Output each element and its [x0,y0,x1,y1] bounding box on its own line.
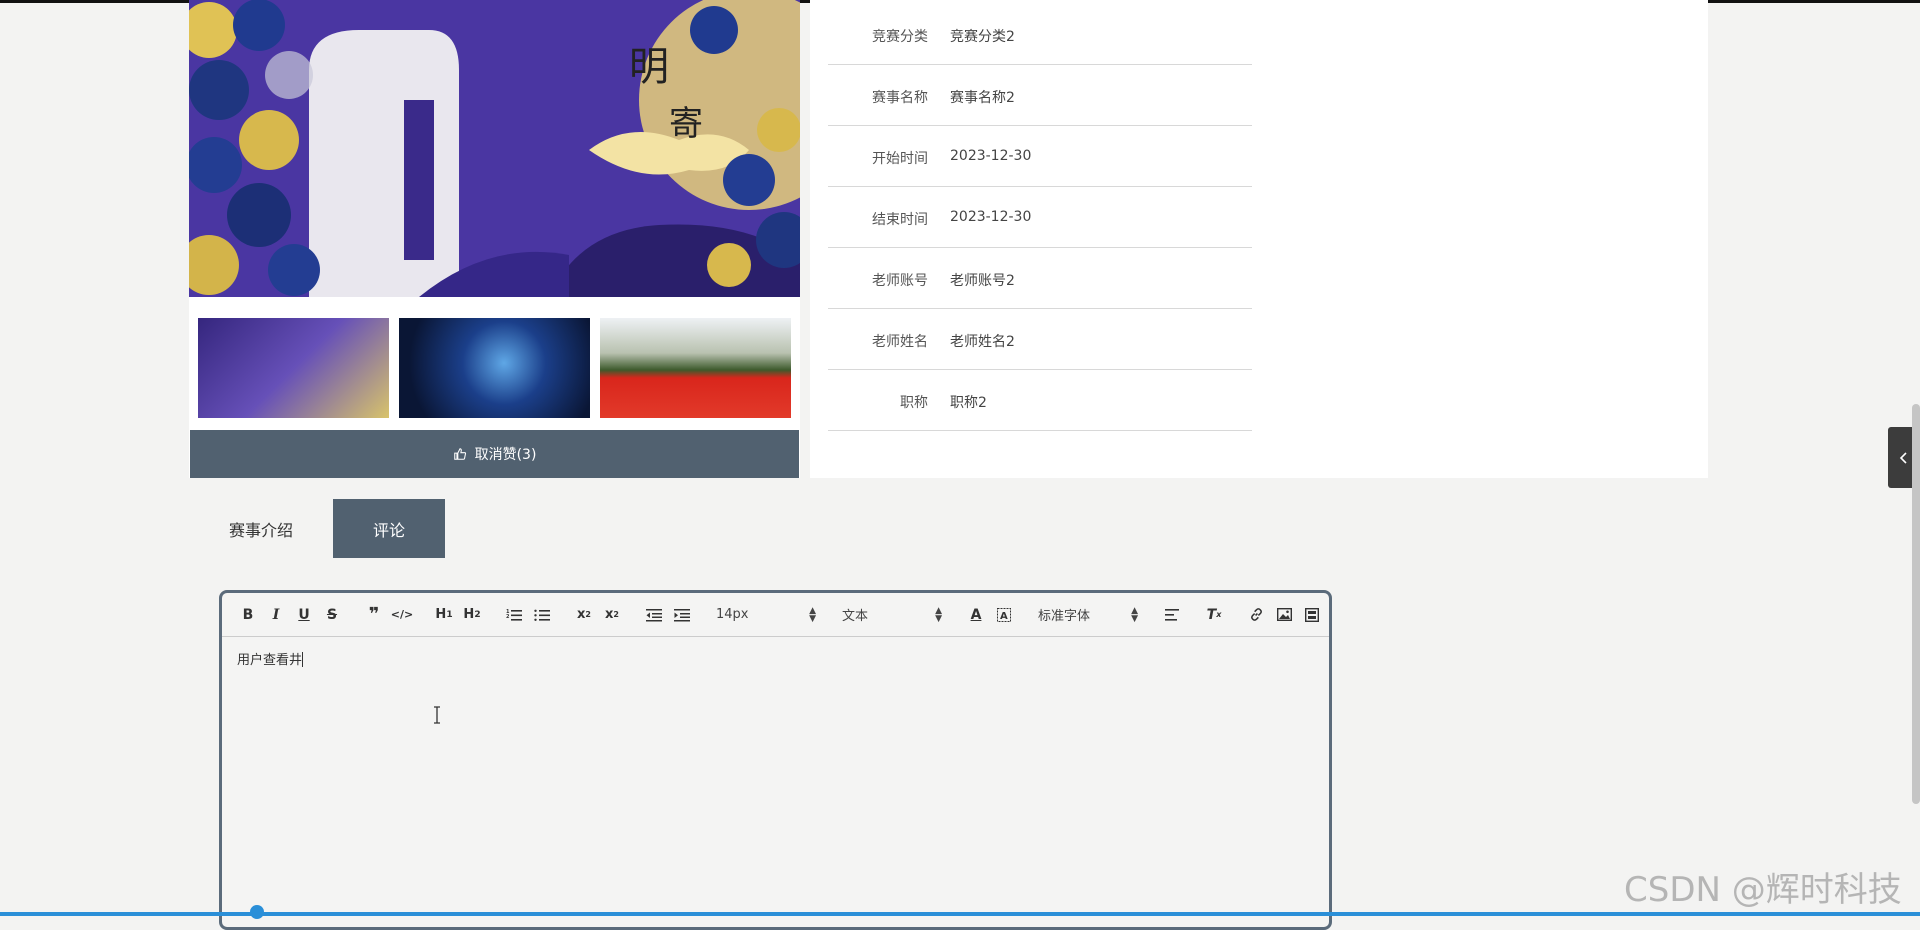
link-icon[interactable] [1242,603,1270,627]
italic-button[interactable]: I [262,603,290,627]
select-caret-icon: ▲ ▼ [1131,605,1138,624]
detail-value: 竞赛分类2 [950,29,1015,45]
select-caret-icon: ▲ ▼ [935,605,942,624]
detail-label: 结束时间 [872,212,928,228]
detail-label: 老师账号 [872,273,928,289]
chevron-left-icon [1899,451,1907,464]
detail-row-category: 竞赛分类 竞赛分类2 [828,4,1252,65]
svg-text:明: 明 [629,44,669,90]
progress-bar [0,912,1920,916]
progress-handle[interactable] [250,905,264,919]
bold-button[interactable]: B [234,603,262,627]
font-family-select[interactable]: 标准字体 ▲ ▼ [1032,603,1144,627]
detail-value: 2023-12-30 [950,209,1032,225]
thumbnail-2[interactable] [399,318,590,418]
unlike-button-label: 取消赞(3) [474,447,537,463]
detail-row-teacher-name: 老师姓名 老师姓名2 [828,309,1252,370]
superscript-button[interactable]: x2 [598,603,626,627]
align-icon[interactable] [1158,603,1186,627]
heading-2-button[interactable]: H2 [458,603,486,627]
editor-content[interactable]: 用户查看井 [237,649,304,668]
thumbnail-1[interactable] [198,318,389,418]
image-gallery: 明 寄 取消赞(3) [189,0,800,478]
thumbnail-strip [189,307,800,419]
ibeam-cursor-icon [434,706,440,724]
blockquote-button[interactable]: ❞ [360,603,388,627]
subscript-button[interactable]: x2 [570,603,598,627]
detail-label: 职称 [900,395,928,411]
image-icon[interactable] [1270,603,1298,627]
detail-label: 赛事名称 [872,90,928,106]
clear-format-icon[interactable]: Tx [1200,603,1228,627]
editor-text: 用户查看井 [237,653,303,668]
svg-text:寄: 寄 [669,104,703,144]
bullet-list-icon[interactable] [528,603,556,627]
font-size-select[interactable]: 14px ▲ ▼ [710,603,822,627]
watermark: CSDN @辉时科技 [1624,870,1902,910]
select-caret-icon: ▲ ▼ [809,605,816,624]
detail-value: 职称2 [950,395,987,411]
font-size-value: 14px [716,607,749,622]
detail-row-end: 结束时间 2023-12-30 [828,187,1252,248]
detail-label: 竞赛分类 [872,29,928,45]
header-value: 文本 [842,609,869,624]
text-cursor [302,652,304,667]
detail-row-name: 赛事名称 赛事名称2 [828,65,1252,126]
svg-text:2: 2 [506,614,510,620]
strike-button[interactable]: S [318,603,346,627]
rich-text-editor: B I U S ❞ </> H1 H2 12 x2 x2 14px ▲ ▼ 文本… [219,590,1332,930]
underline-button[interactable]: U [290,603,318,627]
thumbs-up-icon [453,448,466,460]
detail-value: 赛事名称2 [950,90,1015,106]
font-color-icon[interactable]: A [962,603,990,627]
background-color-icon[interactable]: A [990,603,1018,627]
code-block-button[interactable]: </> [388,603,416,627]
scrollbar-thumb[interactable] [1912,404,1920,804]
main-image: 明 寄 [189,0,800,297]
detail-value: 2023-12-30 [950,148,1032,164]
detail-row-teacher-account: 老师账号 老师账号2 [828,248,1252,309]
heading-1-button[interactable]: H1 [430,603,458,627]
detail-value: 老师账号2 [950,273,1015,289]
thumbnail-3[interactable] [600,318,791,418]
header-select[interactable]: 文本 ▲ ▼ [836,603,948,627]
detail-label: 开始时间 [872,151,928,167]
detail-row-title: 职称 职称2 [828,370,1252,431]
detail-row-start: 开始时间 2023-12-30 [828,126,1252,187]
editor-toolbar: B I U S ❞ </> H1 H2 12 x2 x2 14px ▲ ▼ 文本… [222,593,1329,637]
details-panel: 竞赛分类 竞赛分类2 赛事名称 赛事名称2 开始时间 2023-12-30 结束… [810,0,1708,478]
font-family-value: 标准字体 [1038,609,1091,624]
unlike-button[interactable]: 取消赞(3) [190,430,799,478]
outdent-icon[interactable] [640,603,668,627]
ordered-list-icon[interactable]: 12 [500,603,528,627]
video-icon[interactable] [1298,603,1326,627]
svg-text:A: A [1000,611,1008,622]
detail-label: 老师姓名 [872,334,928,350]
tab-comments[interactable]: 评论 [333,499,445,558]
indent-icon[interactable] [668,603,696,627]
detail-value: 老师姓名2 [950,334,1015,350]
tab-introduction[interactable]: 赛事介绍 [189,499,333,558]
